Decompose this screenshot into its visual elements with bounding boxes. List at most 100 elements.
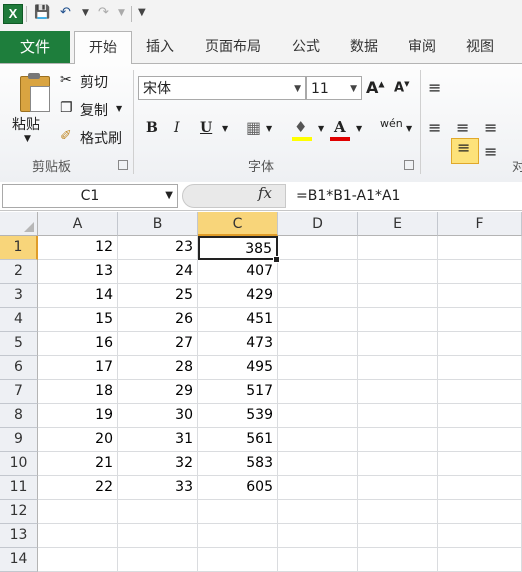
cell-e2[interactable] — [358, 260, 438, 284]
cell-d5[interactable] — [278, 332, 358, 356]
cell-f9[interactable] — [438, 428, 522, 452]
cell-b12[interactable] — [118, 500, 198, 524]
tab-home[interactable]: 开始 — [74, 31, 132, 65]
cell-c13[interactable] — [198, 524, 278, 548]
align-center-icon[interactable]: ≡ — [456, 118, 469, 137]
tab-formulas[interactable]: 公式 — [282, 31, 330, 63]
cell-c7[interactable]: 517 — [198, 380, 278, 404]
cell-a7[interactable]: 18 — [38, 380, 118, 404]
cell-d4[interactable] — [278, 308, 358, 332]
column-header-c[interactable]: C — [198, 212, 278, 236]
redo-dropdown-icon[interactable]: ▼ — [118, 5, 125, 21]
cell-b1[interactable]: 23 — [118, 236, 198, 260]
row-header[interactable]: 2 — [0, 260, 38, 284]
undo-icon[interactable]: ↶ — [60, 5, 71, 21]
align-bottom-icon[interactable]: ≡ — [484, 142, 497, 161]
cell-a4[interactable]: 15 — [38, 308, 118, 332]
cell-b3[interactable]: 25 — [118, 284, 198, 308]
column-header-a[interactable]: A — [38, 212, 118, 236]
cell-e7[interactable] — [358, 380, 438, 404]
row-header[interactable]: 10 — [0, 452, 38, 476]
font-name-combo[interactable]: 宋体 ▼ — [138, 76, 306, 100]
cell-d12[interactable] — [278, 500, 358, 524]
cell-c14[interactable] — [198, 548, 278, 572]
cell-a11[interactable]: 22 — [38, 476, 118, 500]
cell-b10[interactable]: 32 — [118, 452, 198, 476]
cell-a5[interactable]: 16 — [38, 332, 118, 356]
cell-b13[interactable] — [118, 524, 198, 548]
format-painter-button[interactable]: ✐ 格式刷 — [58, 126, 130, 148]
cell-a14[interactable] — [38, 548, 118, 572]
name-box[interactable]: C1 ▼ — [2, 184, 178, 208]
cell-e8[interactable] — [358, 404, 438, 428]
cell-b5[interactable]: 27 — [118, 332, 198, 356]
italic-button[interactable]: I — [174, 120, 180, 136]
cell-f3[interactable] — [438, 284, 522, 308]
font-size-combo[interactable]: 11 ▼ — [306, 76, 362, 100]
tab-review[interactable]: 审阅 — [398, 31, 446, 63]
insert-function-icon[interactable]: fx — [258, 184, 272, 202]
underline-button[interactable]: U — [200, 120, 212, 136]
cell-e4[interactable] — [358, 308, 438, 332]
cell-f11[interactable] — [438, 476, 522, 500]
cell-c4[interactable]: 451 — [198, 308, 278, 332]
cell-d11[interactable] — [278, 476, 358, 500]
cell-f5[interactable] — [438, 332, 522, 356]
cell-f6[interactable] — [438, 356, 522, 380]
cell-e6[interactable] — [358, 356, 438, 380]
cell-e13[interactable] — [358, 524, 438, 548]
cell-d2[interactable] — [278, 260, 358, 284]
cell-a8[interactable]: 19 — [38, 404, 118, 428]
column-header-d[interactable]: D — [278, 212, 358, 236]
cell-a1[interactable]: 12 — [38, 236, 118, 260]
phonetic-guide-button[interactable]: wén — [380, 118, 403, 129]
cell-e11[interactable] — [358, 476, 438, 500]
phonetic-dropdown-icon[interactable]: ▼ — [406, 124, 412, 133]
cell-b8[interactable]: 30 — [118, 404, 198, 428]
clipboard-dialog-launcher-icon[interactable] — [118, 160, 128, 170]
cell-a10[interactable]: 21 — [38, 452, 118, 476]
save-icon[interactable]: 💾 — [34, 5, 50, 21]
row-header[interactable]: 7 — [0, 380, 38, 404]
tab-data[interactable]: 数据 — [340, 31, 388, 63]
cell-a2[interactable]: 13 — [38, 260, 118, 284]
cell-d6[interactable] — [278, 356, 358, 380]
cell-b4[interactable]: 26 — [118, 308, 198, 332]
column-header-f[interactable]: F — [438, 212, 522, 236]
customize-toolbar-icon[interactable]: ▼ — [138, 5, 146, 21]
select-all-button[interactable] — [0, 212, 38, 236]
cell-e14[interactable] — [358, 548, 438, 572]
cell-e12[interactable] — [358, 500, 438, 524]
row-header[interactable]: 6 — [0, 356, 38, 380]
redo-icon[interactable]: ↷ — [98, 5, 109, 21]
row-header[interactable]: 4 — [0, 308, 38, 332]
borders-dropdown-icon[interactable]: ▼ — [266, 124, 272, 133]
formula-input[interactable]: =B1*B1-A1*A1 — [290, 184, 522, 208]
cell-c12[interactable] — [198, 500, 278, 524]
cell-d14[interactable] — [278, 548, 358, 572]
fill-color-button[interactable]: ♦ — [292, 118, 314, 142]
bold-button[interactable]: B — [146, 120, 158, 136]
cell-a6[interactable]: 17 — [38, 356, 118, 380]
font-color-dropdown-icon[interactable]: ▼ — [356, 124, 362, 133]
undo-dropdown-icon[interactable]: ▼ — [82, 5, 89, 21]
cell-c2[interactable]: 407 — [198, 260, 278, 284]
font-dialog-launcher-icon[interactable] — [404, 160, 414, 170]
column-header-b[interactable]: B — [118, 212, 198, 236]
row-header[interactable]: 13 — [0, 524, 38, 548]
font-color-button[interactable]: A — [330, 118, 352, 142]
cell-a13[interactable] — [38, 524, 118, 548]
paste-button[interactable]: 粘贴 ▼ — [6, 68, 52, 152]
tab-page-layout[interactable]: 页面布局 — [196, 31, 270, 63]
cell-c11[interactable]: 605 — [198, 476, 278, 500]
cell-e5[interactable] — [358, 332, 438, 356]
cell-f2[interactable] — [438, 260, 522, 284]
tab-insert[interactable]: 插入 — [136, 31, 184, 63]
cell-c1[interactable]: 385 — [198, 236, 278, 260]
tab-file[interactable]: 文件 — [0, 31, 70, 63]
cell-f8[interactable] — [438, 404, 522, 428]
cell-c6[interactable]: 495 — [198, 356, 278, 380]
underline-dropdown-icon[interactable]: ▼ — [222, 124, 228, 133]
cut-button[interactable]: ✂ 剪切 — [58, 70, 130, 92]
cell-f12[interactable] — [438, 500, 522, 524]
